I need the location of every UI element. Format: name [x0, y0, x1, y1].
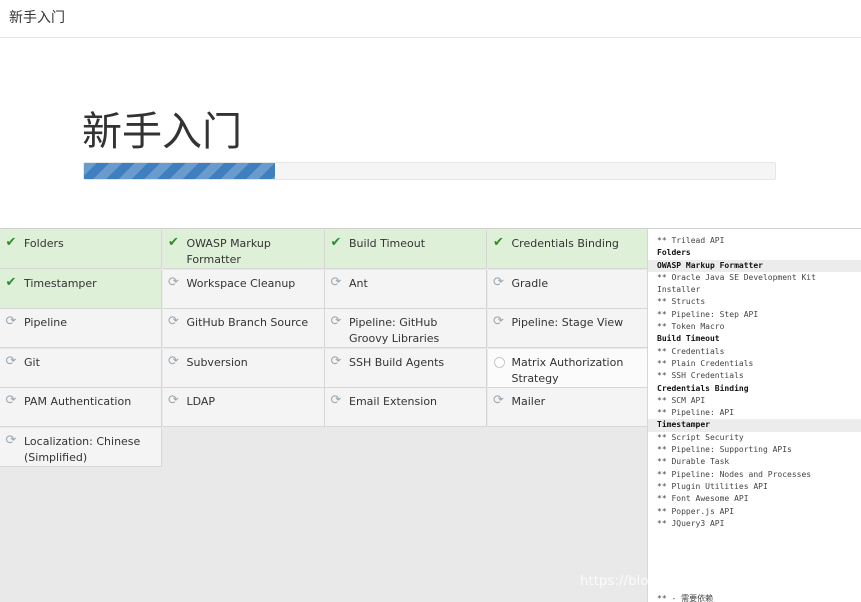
plugin-name: PAM Authentication: [24, 395, 132, 408]
plugin-name: Workspace Cleanup: [186, 276, 296, 290]
plugin-item: ✔ OWASP Markup Formatter: [162, 230, 325, 269]
plugin-item: ⟳ PAM Authentication: [0, 388, 162, 427]
log-dependency-line: ** Token Macro: [657, 322, 725, 332]
plugin-item: ⟳ Workspace Cleanup: [162, 269, 325, 309]
log-dependency-line: ** Plugin Utilities API: [657, 481, 768, 491]
refresh-icon: ⟳: [168, 393, 179, 408]
refresh-icon: ⟳: [330, 274, 342, 290]
log-dependency-line: ** SCM API: [657, 395, 706, 405]
plugin-name: Pipeline: GitHub Groovy Libraries: [349, 316, 440, 345]
plugin-item: ⟳ GitHub Branch Source: [162, 309, 325, 348]
plugin-name: Subversion: [186, 355, 248, 369]
plugin-name: Build Timeout: [349, 237, 426, 250]
plugin-item: ✔ Folders: [0, 230, 162, 269]
refresh-icon: ⟳: [168, 314, 179, 329]
plugin-item: ⟳ LDAP: [162, 388, 325, 427]
plugin-name: Pipeline: [24, 316, 68, 329]
circle-icon: [493, 356, 505, 368]
refresh-icon: ⟳: [5, 432, 17, 448]
plugin-item: ⟳ Pipeline: [0, 309, 162, 348]
check-icon: ✔: [493, 235, 504, 250]
check-icon: ✔: [168, 235, 179, 250]
plugin-item: ⟳ SSH Build Agents: [325, 348, 487, 388]
plugin-name: Pipeline: Stage View: [511, 316, 624, 329]
log-dependency-line: ** Pipeline: Nodes and Processes: [657, 469, 812, 479]
plugin-name: Mailer: [511, 395, 546, 408]
log-dependency-line: ** Font Awesome API: [657, 494, 749, 504]
plugin-item: ⟳ Gradle: [487, 269, 650, 309]
check-icon: ✔: [330, 235, 342, 250]
check-icon: ✔: [5, 274, 17, 290]
plugin-name: Git: [24, 355, 40, 369]
plugin-name: Folders: [24, 237, 64, 250]
refresh-icon: ⟳: [168, 274, 179, 290]
plugin-name: Localization: Chinese (Simplified): [24, 434, 141, 464]
log-plugin-heading: Folders: [657, 248, 691, 258]
log-dependency-line: ** Credentials: [657, 346, 725, 356]
plugin-name: Ant: [349, 276, 368, 290]
page-title: 新手入门: [82, 109, 242, 155]
plugin-name: Credentials Binding: [511, 237, 619, 250]
refresh-icon: ⟳: [493, 393, 504, 408]
refresh-icon: ⟳: [330, 353, 342, 369]
plugin-name: OWASP Markup Formatter: [186, 237, 271, 266]
plugin-item: ⟳ Localization: Chinese (Simplified): [0, 427, 162, 467]
log-dependency-line: ** JQuery3 API: [657, 518, 725, 528]
plugin-item: Matrix Authorization Strategy: [487, 348, 650, 388]
plugin-name: Gradle: [511, 276, 549, 290]
watermark-text: https://blog.csdn.net/weixin_50529372: [580, 574, 841, 589]
log-plugin-heading: Build Timeout: [657, 334, 720, 344]
log-dependency-line: ** Structs: [657, 297, 706, 307]
plugin-item: ⟳ Ant: [325, 269, 487, 309]
log-dependency-line: ** Trilead API: [657, 236, 725, 245]
log-dependency-line: ** Pipeline: Supporting APIs: [657, 445, 792, 455]
log-dependency-line: ** Popper.js API: [657, 506, 735, 516]
plugin-name: SSH Build Agents: [349, 355, 445, 369]
log-plugin-heading: OWASP Markup Formatter: [648, 259, 861, 272]
plugin-item: ⟳ Subversion: [162, 348, 325, 388]
refresh-icon: ⟳: [330, 393, 342, 408]
plugin-name: Email Extension: [349, 395, 438, 408]
top-bar: 新手入门: [0, 0, 861, 38]
refresh-icon: ⟳: [5, 314, 17, 329]
window-title: 新手入门: [9, 10, 65, 26]
plugin-item: ⟳ Pipeline: Stage View: [487, 309, 650, 348]
log-dependency-line: Installer: [657, 285, 701, 295]
plugin-item: ✔ Build Timeout: [325, 230, 487, 269]
log-dependency-line: ** Durable Task: [657, 457, 730, 467]
log-dependency-line: ** SSH Credentials: [657, 371, 744, 381]
refresh-icon: ⟳: [493, 274, 504, 290]
plugin-item: ✔ Timestamper: [0, 269, 162, 309]
plugin-item: ⟳ Pipeline: GitHub Groovy Libraries: [325, 309, 487, 348]
plugin-name: Matrix Authorization Strategy: [511, 355, 624, 385]
refresh-icon: ⟳: [5, 353, 17, 369]
install-progress-bar: [83, 162, 776, 180]
install-log-panel[interactable]: ** Trilead API Folders OWASP Markup Format…: [647, 229, 861, 602]
check-icon: ✔: [5, 235, 17, 250]
log-plugin-heading: Timestamper: [648, 419, 861, 432]
refresh-icon: ⟳: [493, 314, 504, 329]
log-tail-note: ** - 需要依赖: [657, 594, 714, 602]
plugin-item: ✔ Credentials Binding: [487, 230, 650, 269]
log-dependency-line: ** Plain Credentials: [657, 358, 754, 368]
log-dependency-line: ** Script Security: [657, 432, 744, 442]
log-plugin-heading: Credentials Binding: [657, 383, 749, 393]
hero-section: 新手入门: [0, 38, 861, 229]
plugin-item: ⟳ Email Extension: [325, 388, 487, 427]
log-dependency-line: ** Pipeline: API: [657, 408, 735, 418]
log-dependency-line: ** Oracle Java SE Development Kit: [657, 272, 816, 282]
install-progress-fill: [84, 163, 276, 179]
plugin-item: ⟳ Mailer: [487, 388, 650, 427]
plugin-item: ⟳ Git: [0, 348, 162, 388]
plugin-name: Timestamper: [24, 276, 97, 290]
plugin-name: LDAP: [186, 395, 216, 408]
refresh-icon: ⟳: [330, 314, 342, 329]
log-dependency-line: ** Pipeline: Step API: [657, 309, 759, 319]
refresh-icon: ⟳: [5, 393, 17, 408]
plugin-name: GitHub Branch Source: [186, 316, 309, 329]
refresh-icon: ⟳: [168, 353, 179, 369]
